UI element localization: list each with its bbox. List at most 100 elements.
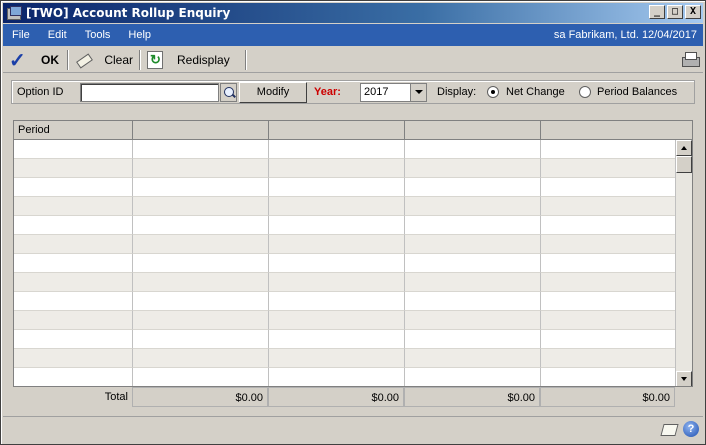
table-cell[interactable]: [133, 235, 269, 254]
note-icon[interactable]: [661, 422, 677, 436]
table-cell[interactable]: [269, 311, 405, 330]
table-cell[interactable]: [133, 273, 269, 292]
table-row[interactable]: [14, 235, 676, 254]
redisplay-button[interactable]: Redisplay: [141, 49, 245, 71]
table-row[interactable]: [14, 197, 676, 216]
menu-help[interactable]: Help: [119, 29, 160, 41]
table-cell[interactable]: [133, 197, 269, 216]
table-cell[interactable]: [133, 216, 269, 235]
table-row[interactable]: [14, 330, 676, 349]
net-change-radio[interactable]: [487, 86, 499, 98]
table-cell[interactable]: [541, 273, 676, 292]
table-cell[interactable]: [269, 330, 405, 349]
table-cell[interactable]: [14, 292, 133, 311]
table-cell[interactable]: [541, 349, 676, 368]
option-id-field[interactable]: [80, 83, 219, 102]
table-cell[interactable]: [405, 292, 541, 311]
scroll-thumb[interactable]: [676, 156, 692, 173]
table-cell[interactable]: [14, 216, 133, 235]
table-cell[interactable]: [269, 197, 405, 216]
table-cell[interactable]: [133, 349, 269, 368]
table-cell[interactable]: [405, 178, 541, 197]
table-cell[interactable]: [14, 368, 133, 386]
maximize-button[interactable]: □: [667, 5, 683, 19]
table-cell[interactable]: [14, 197, 133, 216]
table-cell[interactable]: [541, 292, 676, 311]
table-cell[interactable]: [405, 330, 541, 349]
table-cell[interactable]: [14, 140, 133, 159]
table-cell[interactable]: [541, 311, 676, 330]
table-cell[interactable]: [405, 140, 541, 159]
table-cell[interactable]: [269, 254, 405, 273]
table-cell[interactable]: [14, 273, 133, 292]
table-cell[interactable]: [405, 311, 541, 330]
print-icon[interactable]: [681, 51, 700, 67]
table-cell[interactable]: [14, 159, 133, 178]
clear-button[interactable]: Clear: [69, 49, 139, 71]
table-cell[interactable]: [269, 159, 405, 178]
table-cell[interactable]: [269, 349, 405, 368]
menu-tools[interactable]: Tools: [76, 29, 120, 41]
lookup-icon[interactable]: [220, 83, 237, 102]
menu-file[interactable]: File: [3, 29, 39, 41]
table-row[interactable]: [14, 216, 676, 235]
column-header[interactable]: [133, 121, 269, 140]
table-cell[interactable]: [133, 368, 269, 386]
ok-button[interactable]: OK: [3, 48, 67, 73]
table-cell[interactable]: [269, 368, 405, 386]
chevron-down-icon[interactable]: [410, 84, 426, 101]
table-cell[interactable]: [14, 235, 133, 254]
table-cell[interactable]: [14, 349, 133, 368]
table-row[interactable]: [14, 292, 676, 311]
table-cell[interactable]: [405, 349, 541, 368]
table-cell[interactable]: [133, 311, 269, 330]
table-cell[interactable]: [541, 197, 676, 216]
scroll-down-icon[interactable]: [676, 371, 692, 386]
table-cell[interactable]: [405, 254, 541, 273]
table-cell[interactable]: [541, 254, 676, 273]
minimize-button[interactable]: _: [649, 5, 665, 19]
table-cell[interactable]: [269, 178, 405, 197]
column-header[interactable]: [269, 121, 405, 140]
table-cell[interactable]: [269, 273, 405, 292]
table-cell[interactable]: [541, 178, 676, 197]
table-cell[interactable]: [133, 292, 269, 311]
table-cell[interactable]: [14, 311, 133, 330]
table-cell[interactable]: [541, 330, 676, 349]
column-header[interactable]: [405, 121, 541, 140]
table-cell[interactable]: [269, 292, 405, 311]
scroll-up-icon[interactable]: [676, 140, 692, 156]
table-cell[interactable]: [14, 330, 133, 349]
modify-button[interactable]: Modify: [239, 82, 307, 103]
table-cell[interactable]: [14, 254, 133, 273]
table-cell[interactable]: [405, 368, 541, 386]
table-cell[interactable]: [541, 140, 676, 159]
table-row[interactable]: [14, 178, 676, 197]
table-cell[interactable]: [133, 159, 269, 178]
menu-edit[interactable]: Edit: [39, 29, 76, 41]
table-cell[interactable]: [133, 178, 269, 197]
table-cell[interactable]: [133, 330, 269, 349]
table-row[interactable]: [14, 368, 676, 386]
table-cell[interactable]: [405, 197, 541, 216]
table-cell[interactable]: [133, 140, 269, 159]
table-row[interactable]: [14, 273, 676, 292]
table-cell[interactable]: [405, 235, 541, 254]
table-cell[interactable]: [14, 178, 133, 197]
table-row[interactable]: [14, 311, 676, 330]
help-icon[interactable]: ?: [683, 421, 699, 437]
table-cell[interactable]: [541, 159, 676, 178]
table-cell[interactable]: [541, 368, 676, 386]
year-select[interactable]: 2017: [360, 83, 427, 102]
period-balances-radio[interactable]: [579, 86, 591, 98]
table-cell[interactable]: [269, 235, 405, 254]
table-cell[interactable]: [541, 235, 676, 254]
table-cell[interactable]: [269, 216, 405, 235]
table-row[interactable]: [14, 140, 676, 159]
column-header-period[interactable]: Period: [14, 121, 133, 140]
table-cell[interactable]: [405, 273, 541, 292]
table-cell[interactable]: [541, 216, 676, 235]
column-header[interactable]: [541, 121, 692, 140]
table-row[interactable]: [14, 254, 676, 273]
table-cell[interactable]: [133, 254, 269, 273]
